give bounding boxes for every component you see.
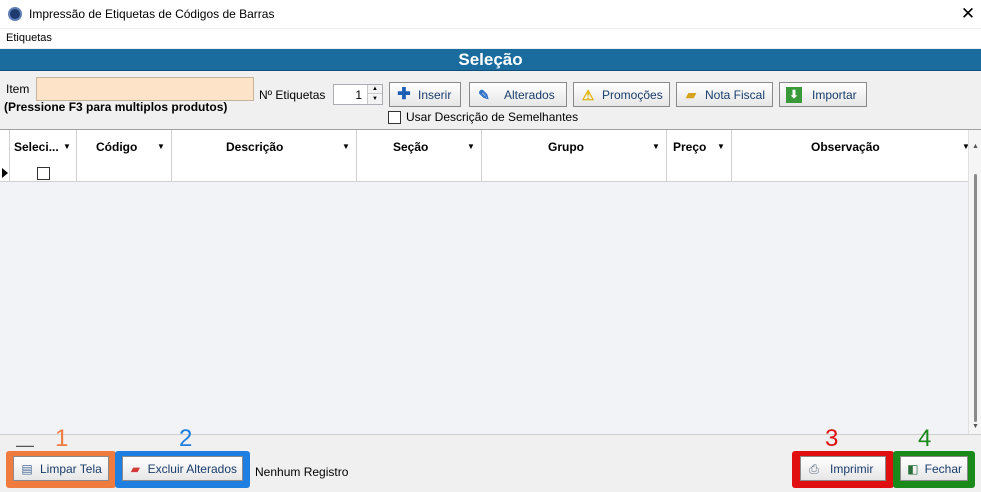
nota-fiscal-button[interactable]: ▰ Nota Fiscal (676, 82, 773, 107)
semelhantes-checkbox[interactable] (388, 110, 401, 124)
title-bar: Impressão de Etiquetas de Códigos de Bar… (0, 0, 981, 28)
col-codigo-sort-icon[interactable]: ▼ (157, 142, 165, 151)
annotation-1: 1 (55, 425, 69, 452)
row-indicator-col (0, 130, 10, 182)
qty-stepper[interactable]: 1 ▲ ▼ (333, 84, 383, 105)
item-input[interactable] (36, 77, 254, 101)
annotation-box-3: ⎙ Imprimir (792, 451, 894, 488)
pen-icon: ✎ (478, 86, 490, 103)
promocoes-label: Promoções (602, 87, 663, 102)
eraser-icon: ▰ (130, 461, 140, 476)
col-selecionar-title: Seleci... (14, 140, 59, 154)
main-window: Impressão de Etiquetas de Códigos de Bar… (0, 0, 981, 492)
row-pointer-icon (2, 168, 8, 178)
app-icon (8, 7, 22, 21)
col-descricao[interactable]: Descrição ▼ (172, 130, 357, 182)
menu-item-etiquetas[interactable]: Etiquetas (6, 32, 52, 44)
hint-text: (Pressione F3 para multiplos produtos) (4, 100, 228, 114)
semelhantes-label: Usar Descrição de Semelhantes (406, 110, 579, 124)
fechar-label: Fechar (924, 461, 962, 476)
qty-value[interactable]: 1 (355, 88, 362, 102)
item-label: Item (6, 82, 30, 96)
items-grid[interactable]: Seleci... ▼ Código ▼ Descrição ▼ Seção ▼… (0, 129, 981, 435)
imprimir-button[interactable]: ⎙ Imprimir (800, 456, 886, 481)
nota-fiscal-label: Nota Fiscal (705, 87, 766, 102)
scroll-thumb[interactable] (974, 174, 977, 422)
annotation-3: 3 (825, 425, 839, 452)
excluir-alterados-button[interactable]: ▰ Excluir Alterados (122, 456, 243, 481)
excluir-alterados-label: Excluir Alterados (147, 461, 237, 476)
annotation-box-4: ◧ Fechar (893, 451, 975, 488)
col-grupo-title: Grupo (548, 140, 584, 154)
close-icon[interactable]: ✕ (956, 2, 980, 26)
status-text: Nenhum Registro (255, 465, 349, 479)
spin-up-icon[interactable]: ▲ (368, 85, 382, 94)
select-all-checkbox[interactable] (37, 167, 50, 180)
grid-vertical-scrollbar[interactable]: ▲ ▼ (968, 130, 981, 435)
col-preco-title: Preço (673, 140, 707, 154)
annotation-4: 4 (918, 425, 932, 452)
printer-icon: ⎙ (809, 461, 819, 476)
section-title: Seleção (0, 49, 981, 71)
col-grupo-sort-icon[interactable]: ▼ (652, 142, 660, 151)
col-descricao-sort-icon[interactable]: ▼ (342, 142, 350, 151)
qty-spin: ▲ ▼ (367, 85, 382, 104)
semelhantes-option: Usar Descrição de Semelhantes (388, 110, 578, 124)
col-observacao[interactable]: Observação ▼ (732, 130, 970, 182)
fechar-button[interactable]: ◧ Fechar (900, 456, 968, 481)
col-codigo-title: Código (96, 140, 138, 154)
alterados-label: Alterados (504, 87, 555, 102)
plus-icon: ✚ (397, 85, 411, 103)
col-observacao-title: Observação (811, 140, 880, 154)
folder-icon: ▰ (686, 86, 696, 102)
importar-label: Importar (812, 87, 857, 102)
annotation-box-2: ▰ Excluir Alterados (115, 451, 250, 488)
col-secao-sort-icon[interactable]: ▼ (467, 142, 475, 151)
col-selecionar-sort-icon[interactable]: ▼ (63, 142, 71, 151)
col-grupo[interactable]: Grupo ▼ (482, 130, 667, 182)
limpar-tela-label: Limpar Tela (40, 461, 102, 476)
col-secao-title: Seção (393, 140, 429, 154)
window-title: Impressão de Etiquetas de Códigos de Bar… (29, 7, 275, 21)
col-codigo[interactable]: Código ▼ (77, 130, 172, 182)
promocoes-button[interactable]: ⚠ Promoções (573, 82, 670, 107)
col-descricao-title: Descrição (226, 140, 284, 154)
qty-label: Nº Etiquetas (259, 88, 326, 102)
annotation-box-1: ▤ Limpar Tela (6, 451, 116, 488)
download-icon: ⬇ (786, 86, 802, 103)
scroll-up-icon[interactable]: ▲ (972, 143, 979, 150)
inserir-button[interactable]: ✚ Inserir (389, 82, 461, 107)
grid-header: Seleci... ▼ Código ▼ Descrição ▼ Seção ▼… (0, 130, 970, 182)
col-preco-sort-icon[interactable]: ▼ (717, 142, 725, 151)
col-secao[interactable]: Seção ▼ (357, 130, 482, 182)
imprimir-label: Imprimir (830, 461, 874, 476)
inserir-label: Inserir (418, 87, 452, 102)
limpar-tela-button[interactable]: ▤ Limpar Tela (13, 456, 109, 481)
scroll-down-icon[interactable]: ▼ (972, 423, 979, 430)
alterados-button[interactable]: ✎ Alterados (469, 82, 567, 107)
bottom-bar: — 1 2 3 4 ▤ Limpar Tela ▰ Excluir Altera… (0, 425, 981, 492)
clear-icon: ▤ (21, 461, 33, 476)
importar-button[interactable]: ⬇ Importar (779, 82, 867, 107)
warning-icon: ⚠ (581, 86, 595, 103)
col-preco[interactable]: Preço ▼ (667, 130, 732, 182)
spin-down-icon[interactable]: ▼ (368, 95, 382, 104)
col-selecionar[interactable]: Seleci... ▼ (10, 130, 77, 182)
menu-bar: Etiquetas (0, 29, 981, 48)
exit-icon: ◧ (907, 461, 919, 476)
annotation-2: 2 (179, 425, 193, 452)
